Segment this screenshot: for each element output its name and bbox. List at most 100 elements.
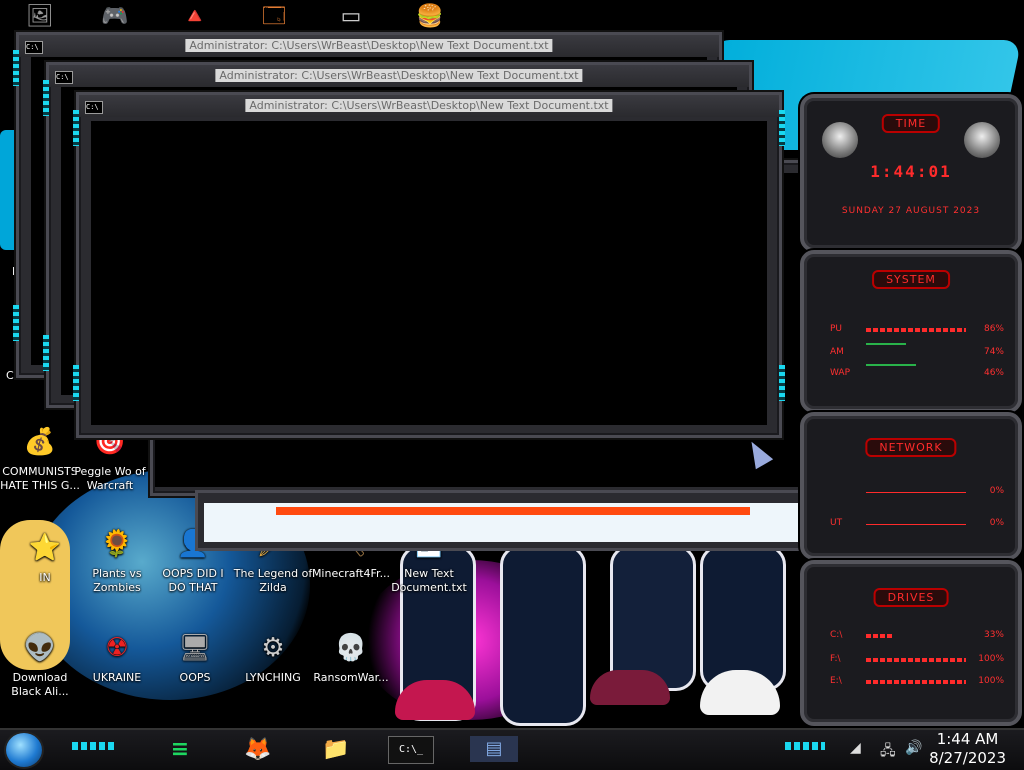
- app-icon-5[interactable]: ▭: [328, 4, 374, 30]
- desktop-icon-label: Download Black Ali...: [11, 671, 69, 698]
- taskbar-accent: [785, 742, 825, 750]
- desktop-icon-oops[interactable]: 🖥 OOPS: [155, 628, 235, 685]
- desktop-icon-label: IN: [39, 571, 51, 584]
- taskbar-accent: [72, 742, 114, 750]
- system-gadget[interactable]: System PU 86% AM 74% WAP 46%: [800, 250, 1022, 413]
- skull-icon: 💀: [334, 633, 368, 663]
- gadget-row-drive-e: E:\ 100%: [830, 676, 1004, 688]
- frame-accent: [13, 305, 19, 341]
- row-value: 74%: [983, 347, 1004, 357]
- network-icon[interactable]: 🖧: [880, 740, 896, 764]
- network-gadget[interactable]: Network 0% UT 0%: [800, 412, 1022, 560]
- gadget-row-swap: WAP 46%: [830, 364, 1004, 380]
- frame-accent: [73, 365, 79, 401]
- gadget-clock: 1:44:01: [870, 162, 952, 181]
- taskbar: ≡ 🦊 📁 C:\_ ▤ ◢ 🖧 🔊 1:44 AM 8/27/2023: [0, 728, 1024, 770]
- row-value: 100%: [978, 654, 1004, 664]
- file-explorer-icon[interactable]: 📁: [316, 734, 356, 766]
- alien-logo-icon: [822, 122, 858, 158]
- cmd-window-active[interactable]: C:\ Administrator: C:\Users\WrBeast\Desk…: [73, 92, 785, 438]
- show-hidden-icons-icon[interactable]: ◢: [850, 740, 861, 756]
- spotify-icon[interactable]: ≡: [160, 734, 200, 766]
- row-value: 46%: [983, 368, 1004, 378]
- usage-bar: [866, 658, 966, 662]
- computer-icon: 🖥: [178, 633, 212, 663]
- gadget-row-cpu: PU 86%: [830, 324, 1004, 336]
- gadget-row-network-out: UT 0%: [830, 518, 1004, 530]
- wallpaper-figure-leg: [500, 545, 586, 726]
- usage-bar: [866, 328, 966, 332]
- frame-accent: [779, 110, 785, 146]
- progress-bar: [276, 507, 750, 515]
- desktop-icon-download-black-alien[interactable]: 👽 Download Black Ali...: [0, 628, 80, 699]
- control-panel-icon[interactable]: ▤: [470, 736, 518, 762]
- vlc-icon[interactable]: 🔺: [175, 4, 215, 30]
- row-label: WAP: [830, 368, 850, 378]
- desktop-icon-in[interactable]: ⭐ IN: [20, 528, 70, 585]
- firefox-icon[interactable]: 🦊: [238, 734, 278, 766]
- row-value: 100%: [978, 676, 1004, 686]
- desktop-icon-label: New Text Document.txt: [391, 567, 467, 594]
- row-label: AM: [830, 347, 844, 357]
- app-icon-2[interactable]: 🎮: [95, 4, 135, 30]
- gear-icon: ⚙: [261, 633, 285, 663]
- row-label: E:\: [830, 676, 842, 686]
- desktop-icon-plants-vs-zombies[interactable]: 🌻 Plants vs Zombies: [77, 524, 157, 595]
- desktop-icon-label: COMMUNISTS HATE THIS G...: [0, 465, 80, 492]
- alien-icon: 👽: [23, 633, 57, 663]
- window-titlebar[interactable]: C:\ Administrator: C:\Users\WrBeast\Desk…: [79, 95, 779, 117]
- alien-logo-icon: [964, 122, 1000, 158]
- star-icon: ⭐: [28, 533, 62, 563]
- window-title: Administrator: C:\Users\WrBeast\Desktop\…: [215, 69, 583, 82]
- frame-accent: [43, 335, 49, 371]
- row-value: 33%: [983, 630, 1004, 640]
- desktop-icon-ukraine[interactable]: ☢ UKRAINE: [77, 628, 157, 685]
- row-value: 86%: [983, 324, 1004, 334]
- graph-line: [866, 364, 916, 366]
- app-icon-6[interactable]: 🍔: [410, 4, 450, 30]
- system-gadget-header: System: [872, 270, 950, 289]
- clock-time: 1:44 AM: [936, 730, 999, 748]
- taskbar-clock[interactable]: 1:44 AM 8/27/2023: [929, 730, 1006, 768]
- row-label: PU: [830, 324, 843, 334]
- gadget-row-network-in: 0%: [830, 486, 1004, 498]
- row-value: 0%: [989, 486, 1004, 496]
- row-label: F:\: [830, 654, 841, 664]
- cmd-icon: C:\: [85, 101, 103, 114]
- desktop-icon-label: The Legend of Zilda: [233, 567, 313, 594]
- gadget-row-drive-f: F:\ 100%: [830, 654, 1004, 666]
- window-titlebar[interactable]: C:\ Administrator: C:\Users\WrBeast\Desk…: [19, 35, 719, 57]
- graph-line: [866, 492, 966, 493]
- desktop-icon-ransomware[interactable]: 💀 RansomWar...: [311, 628, 391, 685]
- console-area[interactable]: [91, 121, 767, 425]
- gadget-date: SUNDAY 27 AUGUST 2023: [841, 206, 981, 216]
- volume-icon[interactable]: 🔊: [905, 740, 922, 756]
- start-button[interactable]: [6, 733, 42, 767]
- time-gadget[interactable]: Time 1:44:01 SUNDAY 27 AUGUST 2023: [800, 94, 1022, 252]
- clock-date: 8/27/2023: [929, 749, 1006, 767]
- app-icon-4[interactable]: 🗔: [250, 4, 298, 30]
- desktop-icon-label: Plants vs Zombies: [92, 567, 142, 594]
- usage-bar: [866, 634, 894, 638]
- desktop-icon-label: Peggle Wo of Warcraft: [74, 465, 146, 492]
- desktop-icon-label: OOPS DID I DO THAT: [162, 567, 224, 594]
- gadget-row-ram: AM 74%: [830, 343, 1004, 359]
- row-label: C:\: [830, 630, 843, 640]
- network-gadget-header: Network: [865, 438, 957, 457]
- sunflower-icon: 🌻: [100, 529, 134, 559]
- desktop-icon-communists[interactable]: 💰 COMMUNISTS HATE THIS G...: [0, 422, 80, 493]
- app-icon-1[interactable]: 🖼: [20, 4, 60, 30]
- window-titlebar[interactable]: C:\ Administrator: C:\Users\WrBeast\Desk…: [49, 65, 749, 87]
- time-gadget-header: Time: [881, 114, 941, 133]
- graph-line: [866, 343, 906, 345]
- drives-gadget[interactable]: Drives C:\ 33% F:\ 100% E:\ 100%: [800, 560, 1022, 726]
- desktop-icon-lynching[interactable]: ⚙ LYNCHING: [233, 628, 313, 685]
- desktop-icon-label: OOPS: [179, 671, 211, 684]
- desktop-icon-label: Minecraft4Fr...: [311, 567, 391, 580]
- frame-accent: [43, 80, 49, 116]
- frame-accent: [13, 50, 19, 86]
- progress-dialog[interactable]: [195, 490, 831, 551]
- command-prompt-icon[interactable]: C:\_: [388, 736, 434, 764]
- gadget-row-drive-c: C:\ 33%: [830, 630, 1004, 642]
- desktop-icon-label: RansomWar...: [313, 671, 389, 684]
